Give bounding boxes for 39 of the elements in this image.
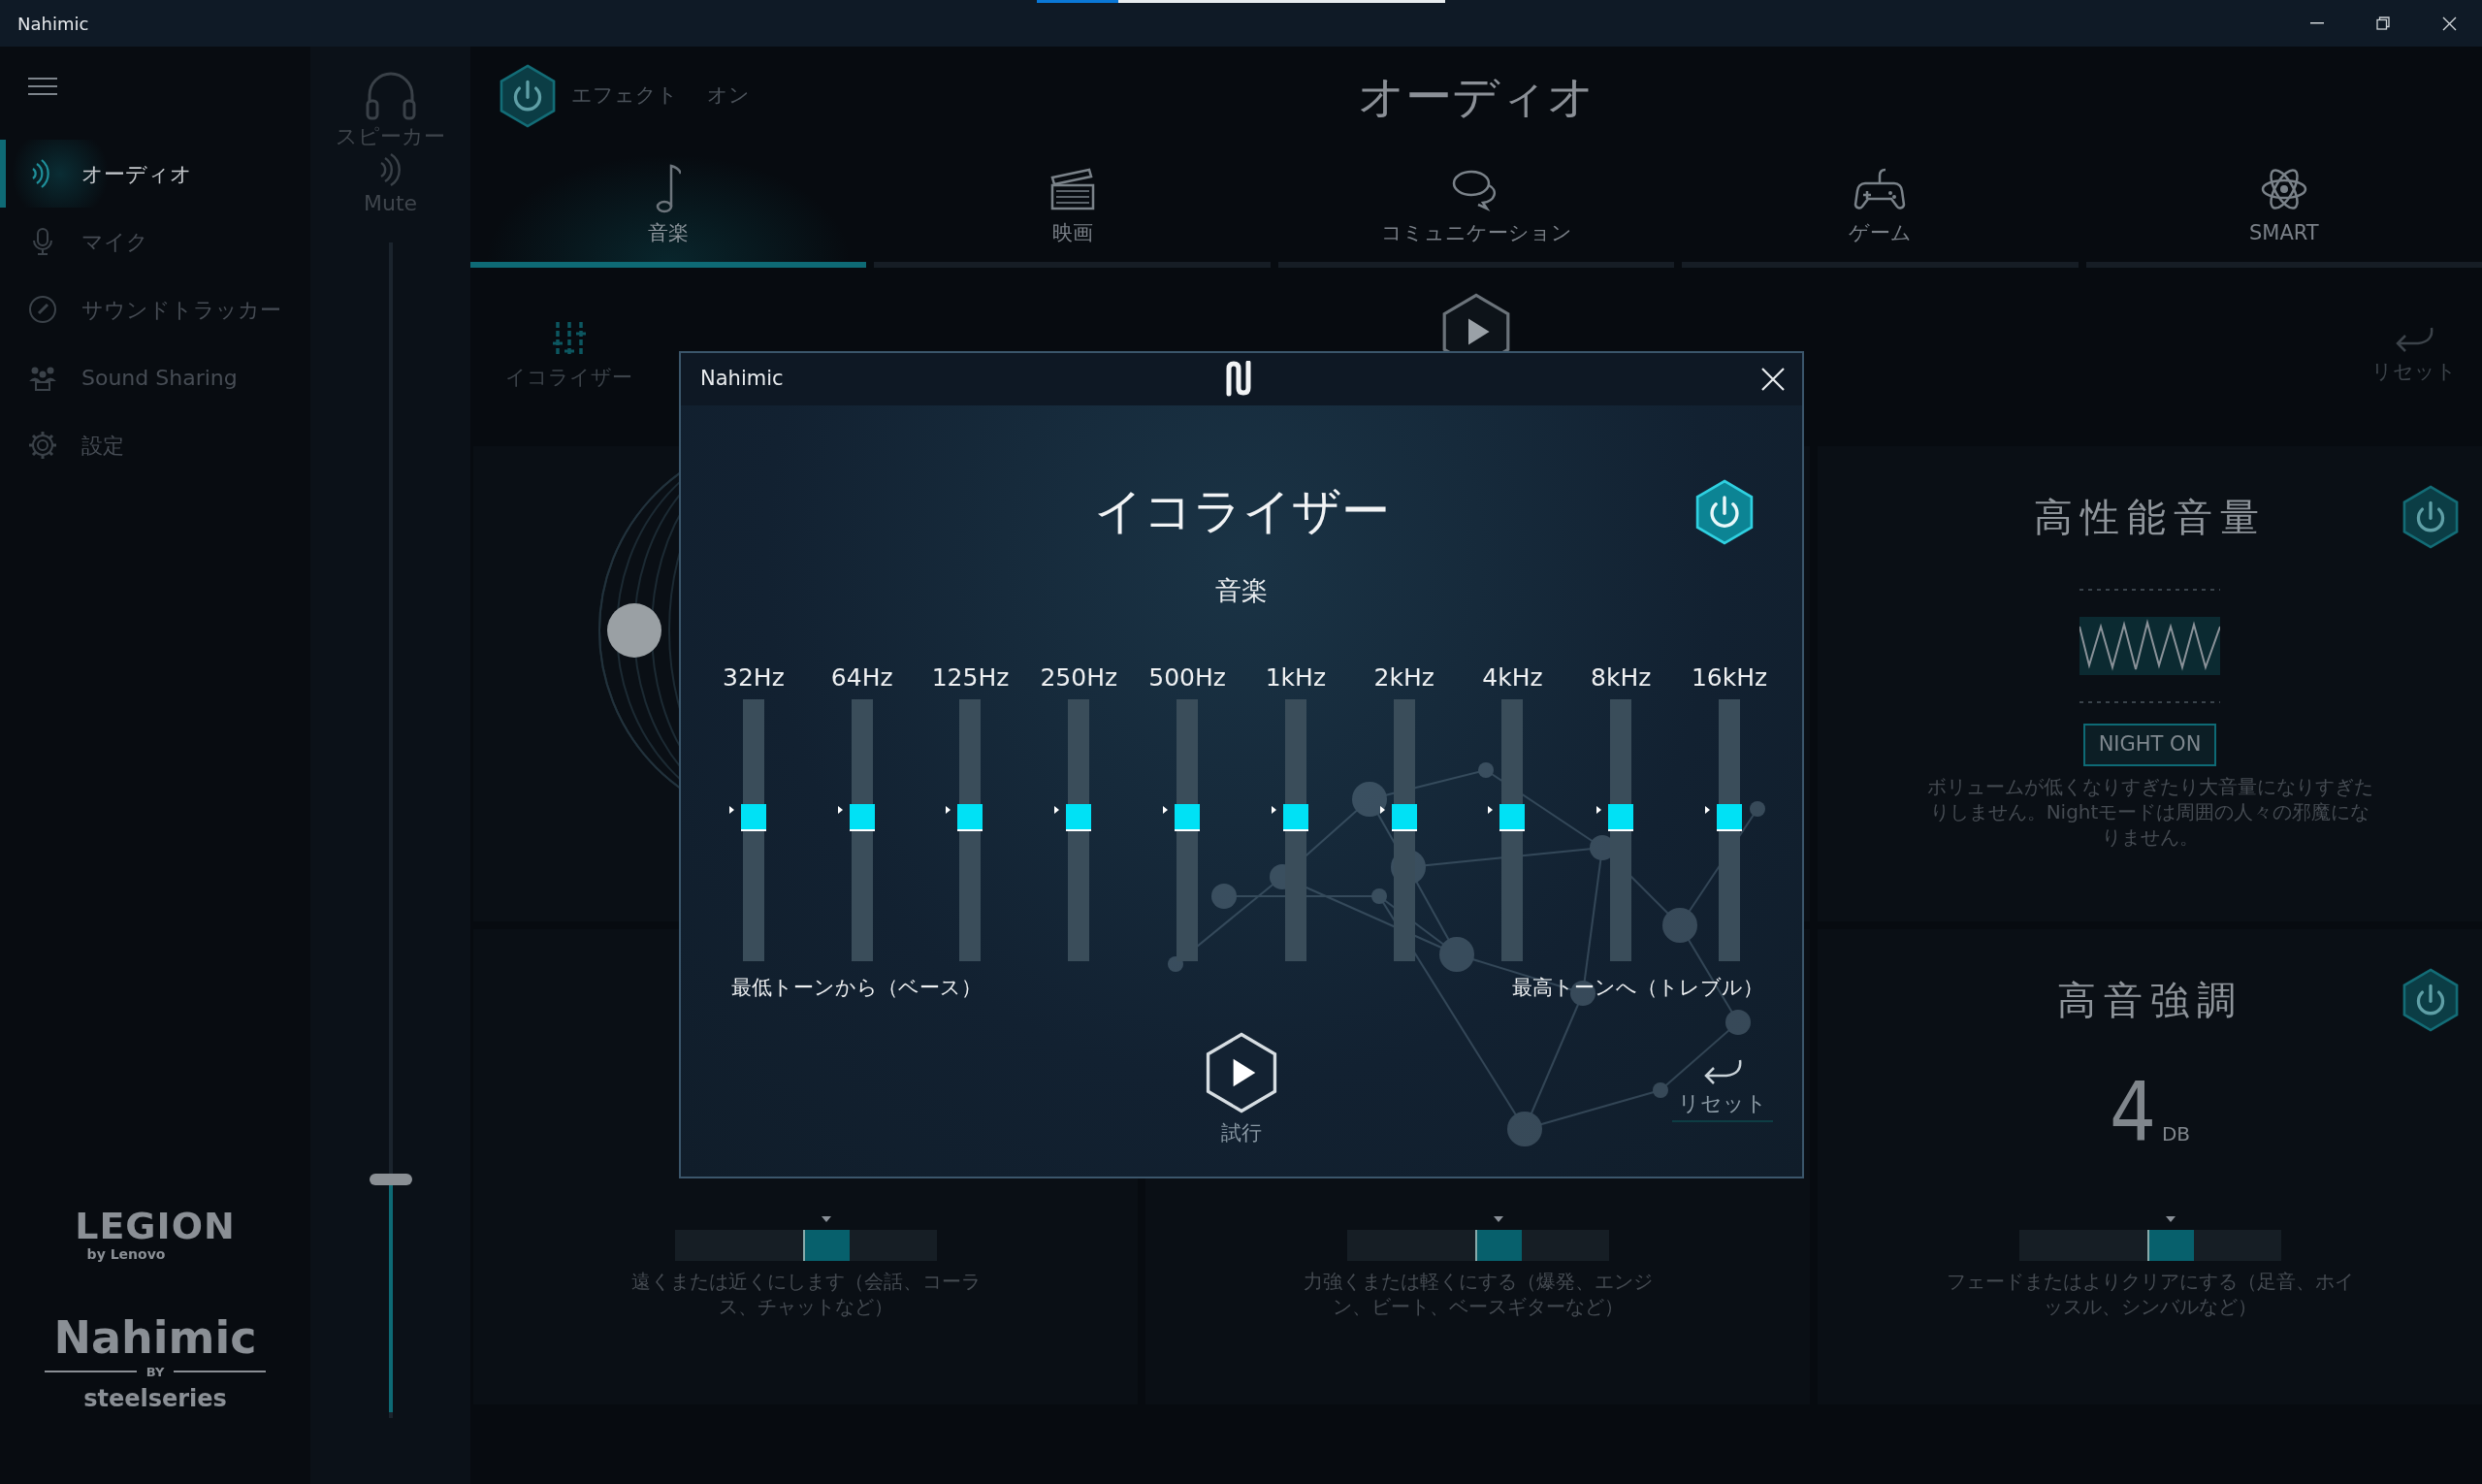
tab[interactable]: ゲーム <box>1682 145 2079 268</box>
band-label: 2kHz <box>1373 661 1434 694</box>
description-text: 遠くまたは近くにします（会話、コーラス、チャットなど） <box>629 1269 982 1319</box>
dialog-title: Nahimic <box>699 366 785 393</box>
band-label: 1kHz <box>1265 661 1327 694</box>
night-mode-button[interactable]: NIGHT ON <box>2082 724 2217 766</box>
tab[interactable]: コミュニケーション <box>1277 145 1675 268</box>
bass-label: 最低トーンから（ベース） <box>731 975 982 1001</box>
band-label: 16kHz <box>1691 661 1768 694</box>
brand-tagline: by Lenovo <box>86 1244 166 1264</box>
brand-logo-text: steelseries <box>83 1384 227 1414</box>
brand-logo-text: LEGION <box>75 1207 236 1244</box>
page-title: オーディオ <box>1358 68 1595 125</box>
tab[interactable]: SMART <box>2085 145 2482 268</box>
brand-tagline: BY <box>145 1363 165 1381</box>
reset-button[interactable]: リセット <box>1672 1056 1773 1122</box>
band-label: 500Hz <box>1148 661 1226 694</box>
band-label: 125Hz <box>931 661 1010 694</box>
brand-logo-text: Nahimic <box>53 1312 257 1363</box>
treble-label: 最高トーンへ（トレブル） <box>1512 975 1763 1001</box>
preset-name: 音楽 <box>1215 574 1268 607</box>
effect-label: エフェクト <box>571 82 678 110</box>
dialog-heading: イコライザー <box>1093 482 1390 541</box>
band-label: 4kHz <box>1482 661 1543 694</box>
play-label: 試行 <box>1221 1119 1262 1146</box>
gain-unit: DB <box>2161 1121 2191 1147</box>
gain-value: 4 <box>2109 1071 2156 1152</box>
band-label: 8kHz <box>1591 661 1652 694</box>
band-label: 64Hz <box>830 661 893 694</box>
window-title: Nahimic <box>16 12 89 36</box>
description-text: ボリュームが低くなりすぎたり大音量になりすぎたりしません。Nightモードは周囲の人々の邪魔になりません。 <box>1925 773 2374 850</box>
description-text: 力強くまたは軽くにする（爆発、エンジン、ビート、ベースギターなど） <box>1302 1269 1654 1319</box>
description-text: フェードまたはよりクリアにする（足音、ホイッスル、シンバルなど） <box>1945 1269 2355 1319</box>
effect-state: オン <box>707 82 750 110</box>
card-title: 高性能音量 <box>2033 494 2267 541</box>
band-label: 32Hz <box>723 661 785 694</box>
band-label: 250Hz <box>1040 661 1118 694</box>
tab[interactable]: 映画 <box>874 145 1271 268</box>
card-title: 高音強調 <box>2056 977 2243 1024</box>
